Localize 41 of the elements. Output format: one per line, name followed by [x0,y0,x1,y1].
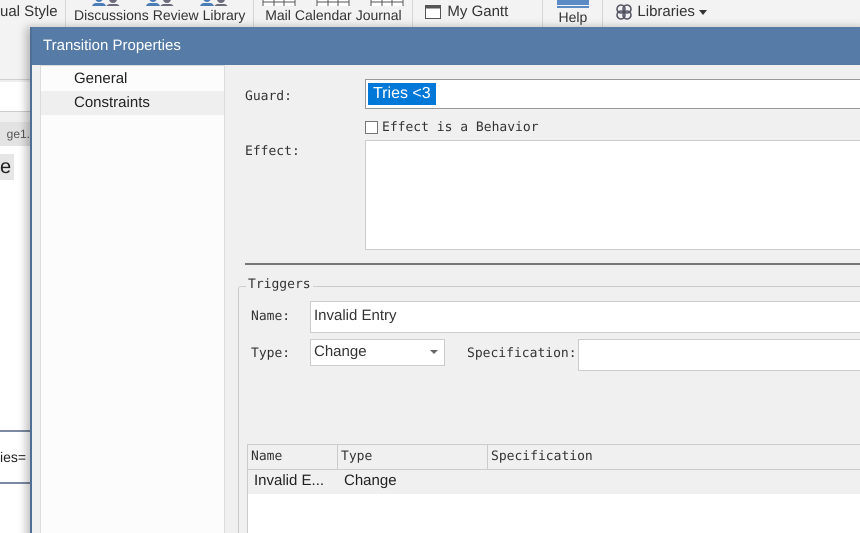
ribbon-button[interactable]: Discussions [74,6,149,24]
address-bar[interactable] [0,82,30,112]
ribbon-button[interactable]: Review [152,6,199,24]
field-label: Name: [251,308,292,326]
field-label: Guard: [245,88,293,106]
table-cell-text: Change [343,471,398,492]
column-header[interactable]: Type [338,444,488,468]
field-label: Type: [251,344,292,362]
ribbon-button[interactable]: My Gantt [425,1,508,24]
caret-icon [698,10,707,15]
diagram-text: ies= [0,448,26,466]
effect-textarea[interactable] [365,140,860,250]
ribbon-button[interactable]: Help [558,8,588,26]
nav-item[interactable]: Constraints [41,91,224,115]
type-dropdown[interactable]: Change [310,338,445,366]
nav-item[interactable]: General [41,67,224,91]
field-label: Effect: [245,142,301,160]
group-title: Triggers [246,276,313,292]
column-header[interactable]: Specification [488,444,860,468]
ribbon-button[interactable]: Calendar [294,6,352,24]
checkbox-label: Effect is a Behavior [382,119,539,137]
field-label: Specification: [467,344,577,362]
caret-icon [430,350,438,354]
document-tab[interactable]: ge1. [0,122,30,146]
book-icon [556,0,589,8]
window-title: Transition Properties [43,36,181,56]
guard-field[interactable]: Tries <3 [365,79,860,109]
specification-field[interactable] [578,338,860,370]
libraries-dropdown[interactable]: Libraries [615,1,707,24]
column-header[interactable]: Name [248,444,338,468]
table-cell-text: Invalid E... [253,471,326,492]
ribbon-button[interactable]: Library [202,6,246,24]
checkbox[interactable] [365,121,378,134]
rings-icon [615,3,634,22]
toolbar-button[interactable]: e [0,154,14,180]
ribbon-button[interactable]: Mail [265,6,291,24]
ribbon-button[interactable]: Journal [356,6,402,24]
table-row[interactable]: Invalid E... Change [248,470,860,494]
window-icon [425,5,442,20]
ribbon-label: ual Style [0,2,59,22]
name-field[interactable]: Invalid Entry [310,300,860,332]
